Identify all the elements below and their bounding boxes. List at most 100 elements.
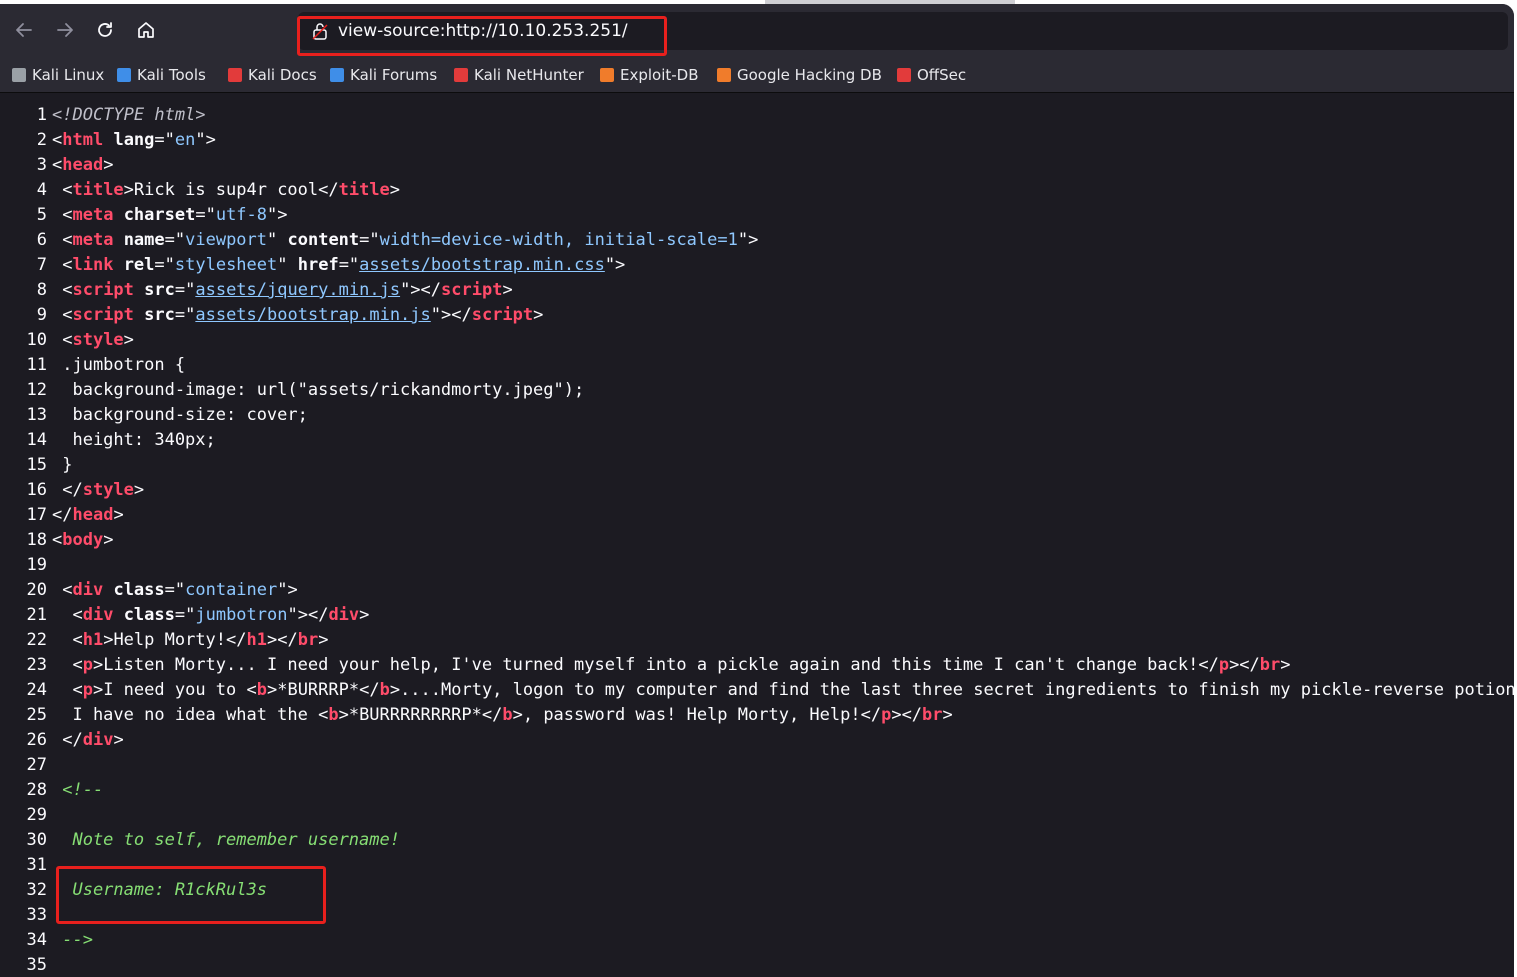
bookmark-exploit-db[interactable]: Exploit-DB <box>600 66 699 84</box>
line-number: 24 <box>26 680 47 700</box>
source-token: ></ <box>266 630 298 650</box>
source-token: < <box>52 605 83 625</box>
line-number: 13 <box>26 405 47 425</box>
line-number: 2 <box>36 130 47 150</box>
source-token: < <box>52 630 83 650</box>
source-token: div <box>82 605 114 625</box>
forward-button[interactable] <box>52 17 78 43</box>
source-line: 15 } <box>0 453 1514 478</box>
source-token: width=device-width, initial-scale=1 <box>379 230 738 250</box>
source-token: =" <box>174 305 196 325</box>
source-token: </ <box>52 730 83 750</box>
source-code: --> <box>52 928 93 953</box>
line-number: 25 <box>26 705 47 725</box>
source-token: < <box>52 255 73 275</box>
source-link[interactable]: assets/bootstrap.min.js <box>195 305 430 325</box>
source-token: script <box>441 280 503 300</box>
source-token: =" <box>359 230 380 250</box>
source-token: > <box>359 605 370 625</box>
source-token: charset <box>123 205 196 225</box>
source-token <box>113 255 123 275</box>
line-number: 14 <box>26 430 47 450</box>
line-number: 27 <box>26 755 47 775</box>
bookmark-kali-tools[interactable]: Kali Tools <box>117 66 206 84</box>
source-token: </ <box>52 480 83 500</box>
source-token: "> <box>737 230 759 250</box>
source-token: br <box>922 705 943 725</box>
source-token: > <box>533 305 544 325</box>
source-token: Note to self, remember username! <box>52 830 400 850</box>
source-link[interactable]: assets/jquery.min.js <box>195 280 400 300</box>
source-token: ></ <box>1229 655 1260 675</box>
source-token: > <box>942 705 953 725</box>
source-token: .jumbotron { <box>52 355 186 375</box>
source-token: en <box>174 130 196 150</box>
source-token: >*BURRRRRRRRP*</ <box>338 705 503 725</box>
source-code: <html lang="en"> <box>52 128 216 153</box>
source-token: content <box>287 230 360 250</box>
line-number: 18 <box>26 530 47 550</box>
bookmarks-toolbar: Kali Linux Kali Tools Kali Docs Kali Forums… <box>0 58 1514 93</box>
source-token: b <box>328 705 339 725</box>
source-line: 30 Note to self, remember username! <box>0 828 1514 853</box>
source-token: > <box>502 280 513 300</box>
source-token: p <box>881 705 892 725</box>
bookmark-kali-linux[interactable]: Kali Linux <box>12 66 104 84</box>
source-code: <p>I need you to <b>*BURRRP*</b>....Mort… <box>52 678 1514 703</box>
source-code: <!DOCTYPE html> <box>52 103 206 128</box>
source-code: Note to self, remember username! <box>52 828 400 853</box>
source-token: br <box>297 630 319 650</box>
source-token <box>113 205 123 225</box>
source-token: title <box>72 180 124 200</box>
bookmark-label: Kali Tools <box>137 66 206 84</box>
kali-nethunter-icon <box>454 68 468 82</box>
source-token: < <box>52 330 73 350</box>
source-link[interactable]: assets/bootstrap.min.css <box>359 255 605 275</box>
source-code: } <box>52 453 72 478</box>
source-token <box>134 280 144 300</box>
source-token: " <box>267 230 288 250</box>
source-token: "> <box>277 580 298 600</box>
source-line: 16 </style> <box>0 478 1514 503</box>
source-token: < <box>52 205 73 225</box>
back-button[interactable] <box>11 17 37 43</box>
bookmark-google-hacking-db[interactable]: Google Hacking DB <box>717 66 882 84</box>
source-line: 19 <box>0 553 1514 578</box>
line-number: 33 <box>26 905 47 925</box>
line-number: 22 <box>26 630 47 650</box>
source-token: html <box>62 130 104 150</box>
source-line: 20 <div class="container"> <box>0 578 1514 603</box>
source-token: b <box>256 680 267 700</box>
bookmark-kali-forums[interactable]: Kali Forums <box>330 66 437 84</box>
source-token: stylesheet <box>174 255 278 275</box>
source-token: div <box>72 580 104 600</box>
source-token <box>113 230 123 250</box>
source-line: 24 <p>I need you to <b>*BURRRP*</b>....M… <box>0 678 1514 703</box>
source-line: 12 background-image: url("assets/rickand… <box>0 378 1514 403</box>
home-button[interactable] <box>133 17 159 43</box>
line-number: 35 <box>26 955 47 975</box>
reload-icon <box>98 22 112 37</box>
source-line: 26 </div> <box>0 728 1514 753</box>
source-token: > <box>113 505 124 525</box>
source-token: title <box>338 180 390 200</box>
bookmark-kali-docs[interactable]: Kali Docs <box>228 66 317 84</box>
source-token: < <box>52 305 73 325</box>
source-token: script <box>471 305 534 325</box>
line-number: 19 <box>26 555 47 575</box>
reload-button[interactable] <box>92 17 118 43</box>
navigation-toolbar: view-source:http://10.10.253.251/ <box>0 4 1514 58</box>
source-token: =" <box>174 280 196 300</box>
source-code: <script src="assets/bootstrap.min.js"></… <box>52 303 543 328</box>
source-code: I have no idea what the <b>*BURRRRRRRRP*… <box>52 703 953 728</box>
line-number: 7 <box>36 255 47 275</box>
bookmark-offsec[interactable]: OffSec <box>897 66 966 84</box>
source-token: b <box>502 705 513 725</box>
source-line: 34 --> <box>0 928 1514 953</box>
source-token: >Listen Morty... I need your help, I've … <box>92 655 1219 675</box>
bookmark-kali-nethunter[interactable]: Kali NetHunter <box>454 66 584 84</box>
source-token: "></ <box>430 305 472 325</box>
source-token: lang <box>113 130 155 150</box>
source-token: rel <box>123 255 155 275</box>
bookmark-label: Kali Docs <box>248 66 317 84</box>
